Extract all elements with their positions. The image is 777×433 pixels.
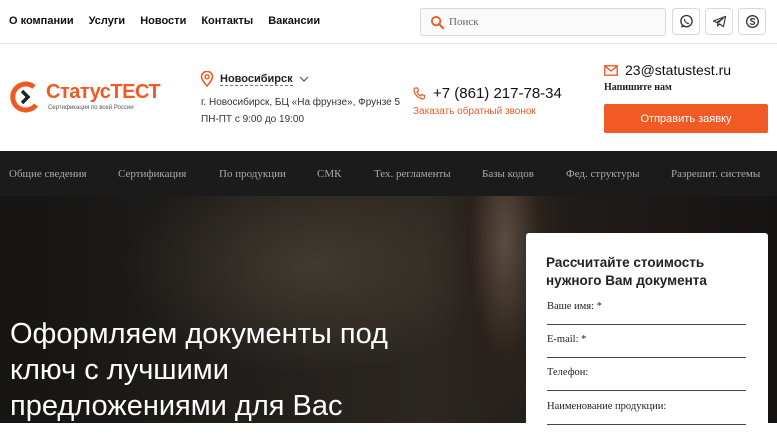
nav-link-news[interactable]: Новости [140, 15, 186, 27]
form-title: Рассчитайте стоимость нужного Вам докуме… [546, 255, 707, 288]
main-nav-qms[interactable]: СМК [317, 168, 341, 180]
office-address: г. Новосибирск, БЦ «На фрунзе», Фрунзе 5 [201, 97, 401, 108]
logo-icon [10, 81, 38, 113]
email-field[interactable]: E-mail: * [547, 334, 746, 358]
location-pin-icon [200, 71, 214, 87]
office-hours: ПН-ПТ с 9:00 до 19:00 [201, 114, 305, 125]
skype-button[interactable] [738, 8, 766, 35]
main-nav-general[interactable]: Общие сведения [9, 168, 87, 180]
whatsapp-icon [679, 14, 693, 28]
city-selector[interactable]: Новосибирск [200, 71, 309, 87]
phone-link[interactable]: +7 (861) 217-78-34 [413, 85, 562, 102]
phone-field[interactable]: Телефон: [547, 367, 746, 391]
phone-icon [413, 87, 425, 100]
phone-field-label: Телефон: [547, 367, 589, 378]
email-field-label: E-mail: * [547, 334, 587, 345]
skype-icon [745, 15, 759, 28]
email-address: 23@statustest.ru [625, 62, 732, 78]
callback-link[interactable]: Заказать обратный звонок [413, 106, 536, 117]
main-nav-permit-systems[interactable]: Разрешит. системы [671, 168, 760, 180]
logo[interactable]: СтатусТЕСТ Сертификация по всей России [8, 78, 168, 118]
nav-link-about[interactable]: О компании [9, 15, 74, 27]
top-bar: О компании Услуги Новости Контакты Вакан… [0, 0, 777, 44]
main-nav-code-bases[interactable]: Базы кодов [482, 168, 534, 180]
price-request-form: Рассчитайте стоимость нужного Вам докуме… [526, 233, 768, 433]
name-field-label: Ваше имя: * [547, 301, 602, 312]
nav-link-contacts[interactable]: Контакты [201, 15, 253, 27]
logo-subtitle: Сертификация по всей России [48, 105, 134, 111]
main-nav-tech-regulations[interactable]: Тех. регламенты [374, 168, 451, 180]
product-name-field[interactable]: Наименование продукции: [547, 401, 746, 425]
nav-link-vacancies[interactable]: Вакансии [268, 15, 320, 27]
logo-title: СтатусТЕСТ [46, 81, 161, 103]
product-name-field-label: Наименование продукции: [547, 401, 667, 412]
telegram-icon [712, 15, 726, 28]
chevron-down-icon [299, 76, 309, 82]
top-nav: О компании Услуги Новости Контакты Вакан… [9, 15, 320, 27]
main-nav-fed-structures[interactable]: Фед. структуры [566, 168, 639, 180]
hero-title: Оформляем документы под ключ с лучшими п… [10, 318, 388, 422]
main-nav: Общие сведения Сертификация По продукции… [0, 151, 777, 196]
send-request-button[interactable]: Отправить заявку [604, 104, 768, 133]
main-nav-products[interactable]: По продукции [219, 168, 286, 180]
name-field[interactable]: Ваше имя: * [547, 301, 746, 325]
mail-icon [604, 64, 618, 76]
site-header: СтатусТЕСТ Сертификация по всей России Н… [0, 45, 777, 151]
whatsapp-button[interactable] [672, 8, 700, 35]
nav-link-services[interactable]: Услуги [89, 15, 126, 27]
search-icon[interactable] [430, 15, 445, 30]
search-box[interactable] [420, 8, 666, 36]
phone-number: +7 (861) 217-78-34 [433, 85, 562, 102]
email-link[interactable]: 23@statustest.ru [604, 62, 731, 78]
telegram-button[interactable] [705, 8, 733, 35]
main-nav-certification[interactable]: Сертификация [118, 168, 186, 180]
city-name: Новосибирск [220, 72, 293, 86]
write-us-label: Напишите нам [604, 82, 672, 93]
search-input[interactable] [449, 13, 659, 31]
